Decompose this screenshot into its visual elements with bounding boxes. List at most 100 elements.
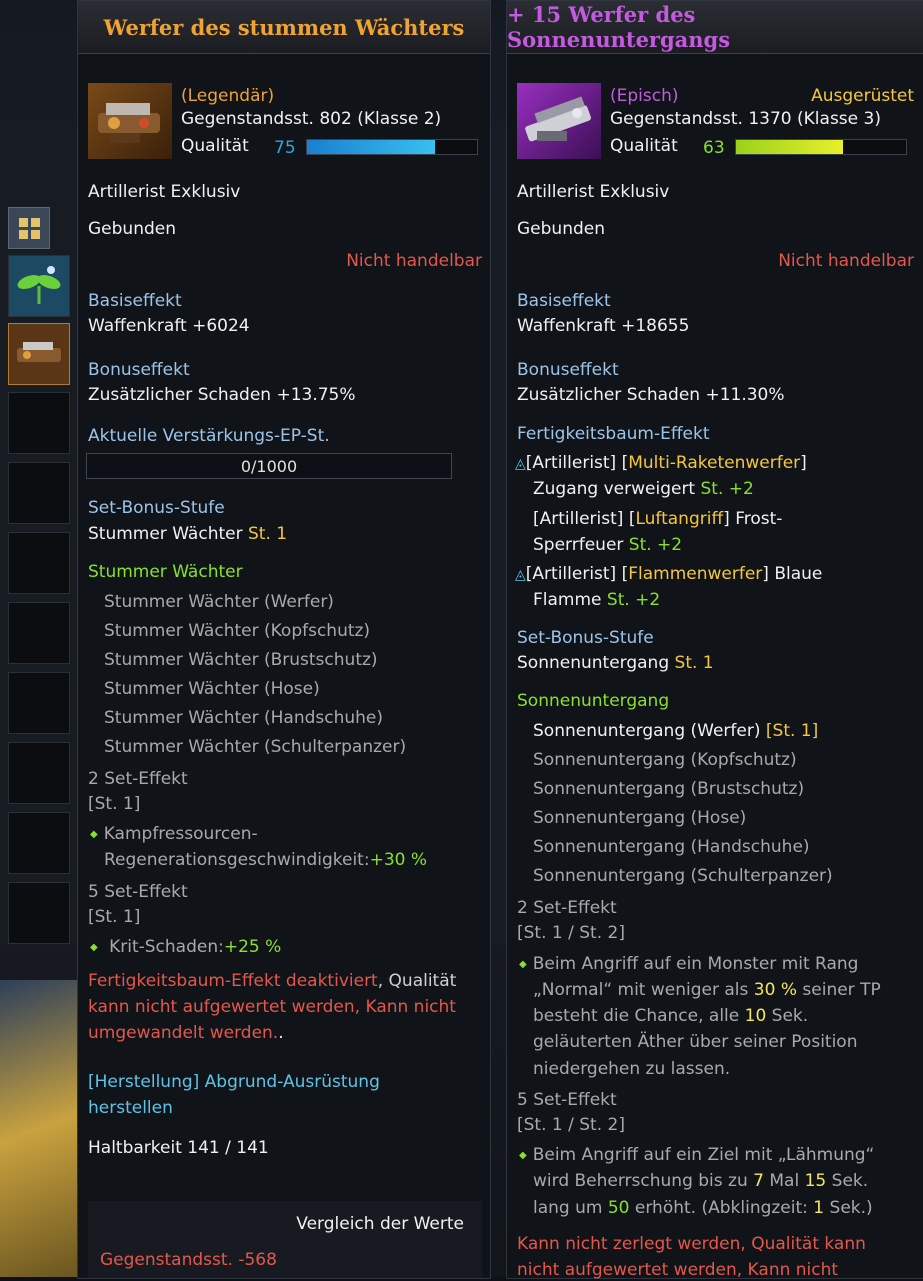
tripod-icon: ◬ [515,567,526,583]
warn-text: Fertigkeitsbaum-Effekt deaktiviert [88,971,378,991]
warn-text: Kann nicht zerlegt werden [517,1234,741,1254]
set-item: Stummer Wächter (Handschuhe) [104,708,383,728]
inventory-slot[interactable] [8,602,70,664]
quality-value: 63 [703,138,725,158]
warning-line3: umgewandelt werden.. [88,1022,284,1044]
bonus-effect-value: Zusätzlicher Schaden +11.30% [517,385,785,405]
quality-value: 75 [274,138,296,158]
inventory-slot[interactable] [8,672,70,734]
inventory-slot[interactable] [8,532,70,594]
bound-status: Gebunden [88,219,176,239]
effect-text: Sek. [826,1171,869,1191]
warn-text: kann nicht aufgewertet werden [88,997,355,1017]
set-item: Stummer Wächter (Hose) [104,679,320,699]
trade-status: Nicht handelbar [346,251,482,271]
set5-effect-line3: lang um 50 erhöht. (Abklingzeit: 1 Sek.) [533,1197,873,1219]
skill-level: St. +2 [628,535,683,555]
set-bonus-value: Sonnenuntergang St. 1 [517,652,714,674]
set-item: Stummer Wächter (Werfer) [104,592,334,612]
bonus-effect-title: Bonuseffekt [88,360,190,380]
launcher-icon [17,342,61,362]
item-title: + 15 Werfer des Sonnenuntergangs [507,1,923,54]
inventory-slot-sprout[interactable] [8,255,70,317]
effect-value: 15 [804,1171,827,1191]
set2-effect-line2: Regenerationsgeschwindigkeit:+30 % [104,849,427,871]
set5-level: [St. 1 / St. 2] [517,1115,625,1135]
set2-title: 2 Set-Effekt [88,769,188,789]
skill-effect-2: [Artillerist] [Luftangriff] Frost- [533,508,782,530]
set5-level: [St. 1] [88,907,141,927]
inventory-slot-launcher[interactable] [8,323,70,385]
skill-effect-3: ◬[Artillerist] [Flammenwerfer] Blaue [515,563,822,586]
skill-name: Flammenwerfer [628,564,763,584]
set2-effect-value: +30 % [369,850,428,870]
effect-text: „Normal“ mit weniger als [533,980,754,1000]
item-tooltip-right: + 15 Werfer des Sonnenuntergangs (Episch… [506,0,923,1280]
set5-title: 5 Set-Effekt [88,882,188,902]
skill-effect-title: Fertigkeitsbaum-Effekt [517,424,710,444]
warn-sep: . [278,1023,284,1043]
set5-effect-line2: wird Beherrschung bis zu 7 Mal 15 Sek. [533,1170,868,1192]
item-title: Werfer des stummen Wächters [78,1,490,54]
item-icon [88,83,172,159]
set-bonus-title: Set-Bonus-Stufe [88,498,225,518]
ep-progress-box: 0/1000 [86,453,452,479]
item-tooltip-left: Werfer des stummen Wächters (Legendär) G… [77,0,491,1279]
warn-text: , Kann nicht [354,997,456,1017]
effect-text: lang um [533,1198,608,1218]
compare-section: Vergleich der Werte Gegenstandsst. -568 [88,1201,482,1278]
effect-text: wird Beherrschung bis zu [533,1171,754,1191]
quality-label: Qualität [181,136,249,156]
inventory-slot[interactable] [8,462,70,524]
warn-text: , Qualität kann [740,1234,866,1254]
inventory-slot[interactable] [8,392,70,454]
set-item: Stummer Wächter (Schulterpanzer) [104,737,407,757]
quality-bar [306,139,478,155]
set5-title: 5 Set-Effekt [517,1090,617,1110]
skill-name: Luftangriff [635,509,724,529]
base-effect-title: Basiseffekt [88,291,182,311]
effect-text: besteht die Chance, alle [533,1006,745,1026]
set-group-title: Stummer Wächter [88,562,243,582]
warn-text: nicht aufgewertet werden [517,1260,737,1280]
skill-name: Multi-Raketenwerfer [628,453,801,473]
bound-status: Gebunden [517,219,605,239]
equipped-status: Ausgerüstet [811,86,914,106]
set-bonus-value: Stummer Wächter St. 1 [88,523,287,545]
effect-text: seiner TP [797,980,881,1000]
warning-line1: Kann nicht zerlegt werden, Qualität kann [517,1233,866,1255]
set2-title: 2 Set-Effekt [517,898,617,918]
skill-level: St. +2 [700,479,754,499]
grid-view-button[interactable] [8,207,50,249]
inventory-slot[interactable] [8,742,70,804]
item-rarity: (Legendär) [181,86,275,106]
crafting-link[interactable]: herstellen [88,1097,173,1119]
launcher-icon [98,103,160,143]
warn-text: , Kann nicht [736,1260,839,1280]
set2-effect-line4: geläuterten Äther über seiner Position [533,1032,858,1052]
set2-effect-line2: „Normal“ mit weniger als 30 % seiner TP [533,979,881,1001]
set-bonus-title: Set-Bonus-Stufe [517,628,654,648]
set2-level: [St. 1] [88,794,141,814]
grid-icon [18,217,40,239]
class-restriction: Artillerist Exklusiv [88,182,241,202]
sprout-icon [17,266,61,304]
quality-label: Qualität [610,136,678,156]
inventory-slot[interactable] [8,812,70,874]
item-level: Gegenstandsst. 802 (Klasse 2) [181,109,442,129]
set-name: Stummer Wächter [88,524,243,544]
set5-effect-text: Krit-Schaden: [109,937,224,957]
skill-text: Flamme [533,590,607,610]
inventory-slot[interactable] [8,882,70,944]
skill-effect-2-line2: Sperrfeuer St. +2 [533,534,682,556]
set2-effect-line5: niedergehen zu lassen. [533,1059,731,1079]
class-restriction: Artillerist Exklusiv [517,182,670,202]
crafting-link[interactable]: [Herstellung] Abgrund-Ausrüstung [88,1071,380,1093]
quality-bar-fill [736,140,844,154]
item-level: Gegenstandsst. 1370 (Klasse 3) [610,109,881,129]
set2-effect-line1: Beim Angriff auf ein Monster mit Rang [519,953,859,978]
set-item: Stummer Wächter (Kopfschutz) [104,621,371,641]
skill-text: ] Frost- [723,509,783,529]
set-name: Sonnenuntergang [517,653,670,673]
set5-effect: Krit-Schaden:+25 % [90,936,281,961]
